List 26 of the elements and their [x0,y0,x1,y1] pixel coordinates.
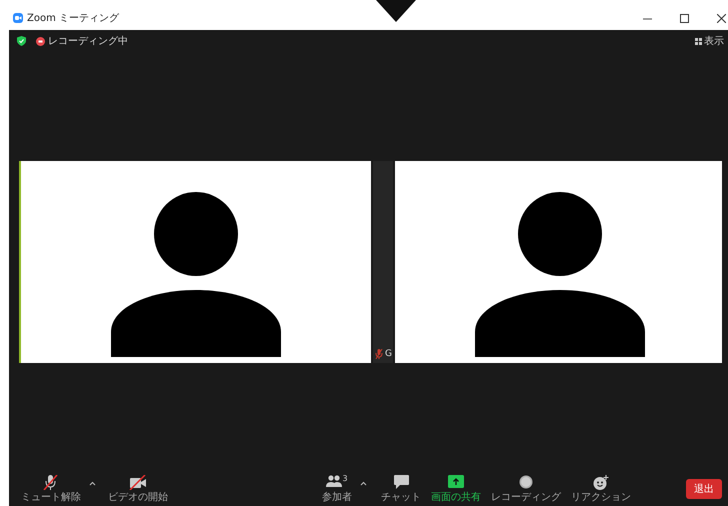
down-arrow-icon [376,0,416,22]
shield-icon[interactable] [17,36,26,46]
record-icon [519,475,533,489]
caret-icon[interactable] [89,481,96,486]
grid-icon [695,38,702,44]
recording-dot-icon [36,36,45,46]
maximize-icon[interactable] [680,14,689,22]
share-screen-button[interactable]: 画面の共有 [429,475,483,503]
video-off-icon [129,475,147,490]
caret-icon[interactable] [360,481,367,486]
close-icon[interactable] [717,14,726,22]
recording-status: レコーディング中 [48,34,128,48]
participant-name: G [385,349,392,359]
leave-button[interactable]: 退出 [686,479,722,499]
muted-mic-icon [43,475,59,490]
chat-button[interactable]: チャット [379,475,423,503]
people-icon [326,475,342,488]
record-button[interactable]: レコーディング [489,475,563,503]
view-button[interactable]: 表示 [695,34,724,48]
smiley-plus-icon [593,475,609,490]
start-video-button[interactable]: ビデオの開始 [106,475,170,503]
chat-bubble-icon [394,475,408,489]
camera-logo-icon [13,13,23,23]
reactions-button[interactable]: リアクション [569,475,633,503]
unmute-button[interactable]: ミュート解除 [19,475,83,503]
window-title: Zoom ミーティング [27,12,120,25]
